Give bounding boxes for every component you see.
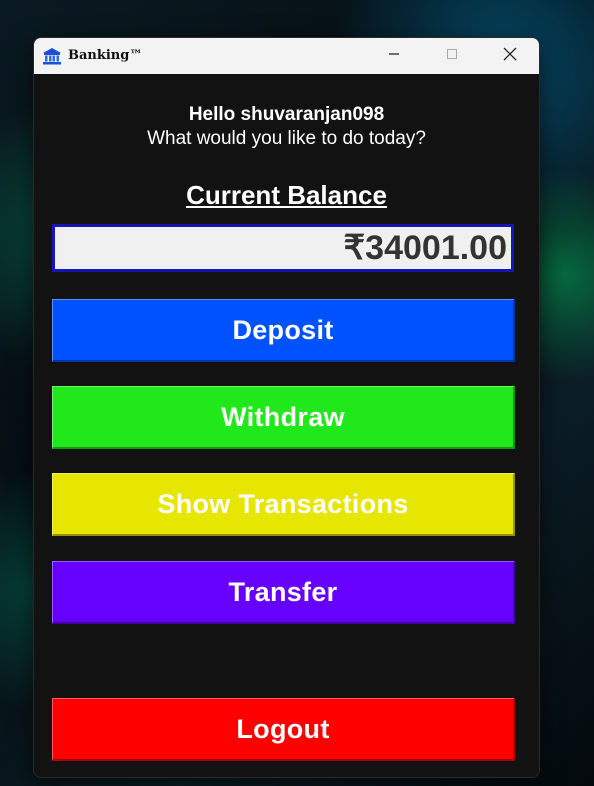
- transfer-button[interactable]: Transfer: [52, 561, 515, 624]
- window-title: Banking™: [68, 48, 143, 63]
- withdraw-button[interactable]: Withdraw: [52, 386, 515, 449]
- maximize-button[interactable]: [423, 38, 481, 74]
- logout-button[interactable]: Logout: [52, 698, 515, 761]
- close-icon: [503, 47, 517, 66]
- prompt-text: What would you like to do today?: [147, 128, 426, 149]
- main-content: Hello shuvaranjan098 What would you like…: [34, 74, 539, 777]
- minimize-icon: [388, 47, 400, 65]
- balance-display: ₹34001.00: [52, 224, 514, 272]
- show-transactions-button[interactable]: Show Transactions: [52, 473, 515, 536]
- minimize-button[interactable]: [365, 38, 423, 74]
- balance-heading: Current Balance: [186, 180, 387, 210]
- maximize-icon: [446, 47, 458, 65]
- banking-window: Banking™ Hello shuvaranjan098 What would…: [33, 37, 540, 778]
- close-button[interactable]: [481, 38, 539, 74]
- bank-icon: [42, 47, 62, 65]
- title-bar[interactable]: Banking™: [34, 38, 539, 74]
- greeting-text: Hello shuvaranjan098: [188, 104, 385, 125]
- deposit-button[interactable]: Deposit: [52, 299, 515, 362]
